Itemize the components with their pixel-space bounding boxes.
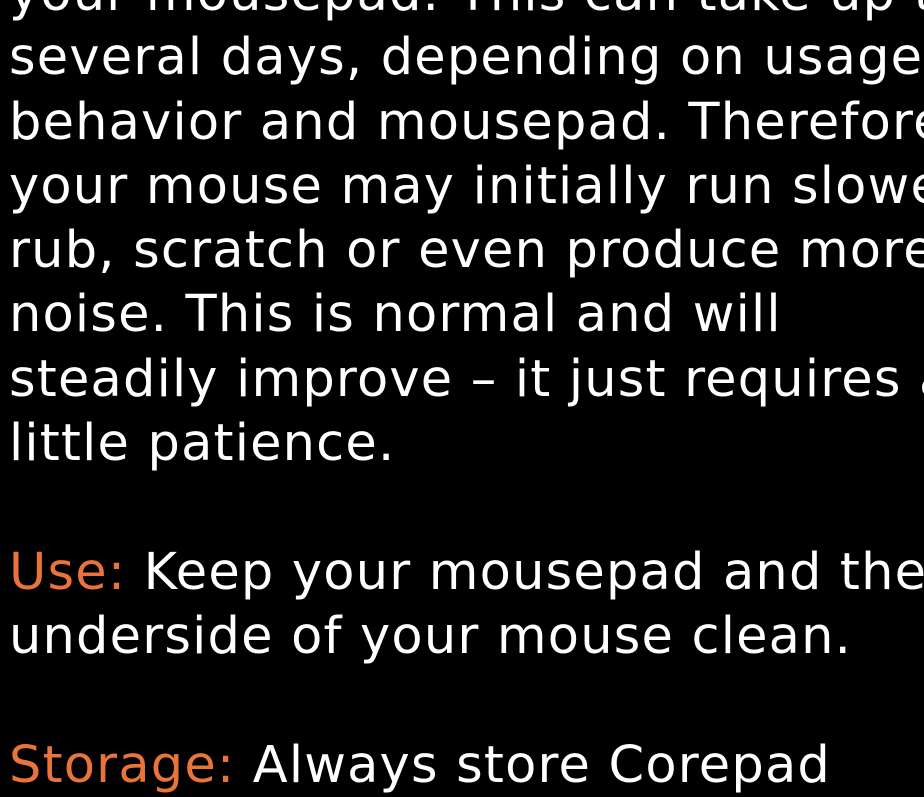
intro-line: rub, scratch or even produce more bbox=[9, 221, 924, 281]
intro-line: your mousepad. This can take up to bbox=[9, 0, 924, 26]
intro-line: your mouse may initially run slower, bbox=[9, 156, 924, 216]
use-text: Keep your mousepad and the bbox=[126, 542, 924, 602]
intro-line: several days, depending on usage bbox=[9, 28, 924, 88]
use-label: Use: bbox=[9, 542, 127, 602]
storage-label: Storage: bbox=[9, 735, 236, 795]
intro-line: noise. This is normal and will bbox=[9, 285, 782, 345]
intro-line: steadily improve – it just requires a bbox=[9, 349, 924, 409]
instructions-text: your mousepad. This can take up to sever… bbox=[9, 0, 924, 797]
use-paragraph-line: underside of your mouse clean. bbox=[9, 606, 853, 666]
storage-paragraph-line: Storage: Always store Corepad bbox=[9, 734, 924, 797]
intro-line: behavior and mousepad. Therefore, bbox=[9, 92, 924, 152]
storage-text: Always store Corepad bbox=[235, 735, 831, 795]
intro-line: little patience. bbox=[9, 414, 396, 474]
article-viewport[interactable]: your mousepad. This can take up to sever… bbox=[0, 0, 924, 797]
use-paragraph-line: Use: Keep your mousepad and the bbox=[9, 541, 924, 605]
